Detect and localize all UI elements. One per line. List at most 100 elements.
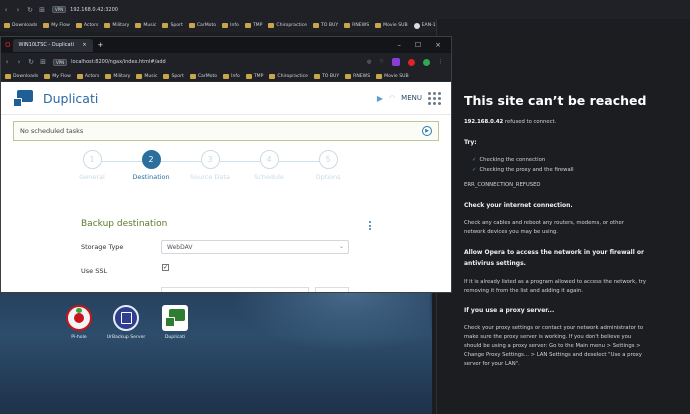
menu-dots-icon[interactable]: ⋮ xyxy=(438,59,443,65)
bookmark[interactable]: TO BUY xyxy=(313,73,339,79)
bookmark[interactable]: Downloads xyxy=(4,23,37,28)
bookmark[interactable]: My Flow xyxy=(44,73,71,79)
folder-icon xyxy=(43,23,50,28)
inner-bookmarks-bar: Downloads My Flow Actors Military Music … xyxy=(1,71,451,82)
barcode-icon xyxy=(413,22,420,29)
inner-url[interactable]: localhost:8200/ngax/index.html#/add xyxy=(71,59,166,65)
section-title: Backup destination xyxy=(81,219,168,229)
bookmark[interactable]: TMP xyxy=(245,73,263,79)
bookmark[interactable]: Military xyxy=(105,73,130,79)
bookmark[interactable]: Info xyxy=(223,73,240,79)
wizard-steps: 1 General 2 Destination 3 Source Data 4 Sche… xyxy=(1,147,451,193)
error-title: This site can’t be reached xyxy=(464,93,647,108)
folder-icon xyxy=(245,73,252,79)
check-icon: ✓ xyxy=(472,157,477,163)
vpn-badge[interactable]: VPN xyxy=(53,58,68,66)
bookmark[interactable]: CarMoto xyxy=(188,23,216,28)
bookmark[interactable]: RNEWS xyxy=(344,23,369,28)
bookmark[interactable]: Sport xyxy=(162,23,183,28)
bookmark[interactable]: Sport xyxy=(163,73,184,79)
tabs-grid-icon[interactable]: ⊞ xyxy=(36,6,48,14)
desktop: Pi-hole UrBackup Server Duplicati xyxy=(0,293,432,414)
close-tab-icon[interactable]: × xyxy=(82,42,86,48)
bookmark[interactable]: Music xyxy=(136,73,157,79)
bookmark-heart-icon[interactable]: ♡ xyxy=(380,59,384,65)
folder-icon xyxy=(75,23,82,28)
bookmark[interactable]: CarMoto xyxy=(189,73,217,79)
bookmark[interactable]: Movie SUB xyxy=(375,23,408,28)
bookmark[interactable]: My Flow xyxy=(43,23,70,28)
minimize-icon[interactable]: – xyxy=(397,41,401,49)
extension-icon[interactable] xyxy=(392,58,400,66)
close-window-icon[interactable]: × xyxy=(435,41,441,49)
vpn-badge[interactable]: VPN xyxy=(52,6,67,13)
status-icon[interactable] xyxy=(423,58,430,66)
try-label: Try: xyxy=(464,139,477,146)
firewall-text: removing it from the list and adding it … xyxy=(464,288,583,294)
folder-icon xyxy=(189,73,196,79)
step-destination[interactable]: 2 Destination xyxy=(121,150,181,181)
forward-icon[interactable]: › xyxy=(13,58,25,66)
use-ssl-label: Use SSL xyxy=(81,267,108,275)
suggestion-item[interactable]: ✓ Checking the proxy and the firewall xyxy=(472,166,574,175)
bookmark[interactable]: Military xyxy=(104,23,129,28)
folder-icon xyxy=(375,23,382,28)
reload-icon[interactable]: ↻ xyxy=(25,58,37,66)
use-ssl-checkbox[interactable]: ✓ xyxy=(162,264,169,271)
back-icon[interactable]: ‹ xyxy=(0,6,12,14)
refused-line: 192.168.0.42 refused to connect. xyxy=(464,119,557,125)
desktop-icon-duplicati[interactable]: Duplicati xyxy=(150,305,200,340)
folder-icon xyxy=(376,73,383,79)
folder-icon xyxy=(345,73,352,79)
app-title: Duplicati xyxy=(43,90,99,106)
new-tab-icon[interactable]: + xyxy=(98,41,104,49)
storage-type-select[interactable]: WebDAV ⌄ xyxy=(161,240,349,254)
internet-heading: Check your internet connection. xyxy=(464,202,573,209)
suggestion-item[interactable]: ✓ Checking the connection xyxy=(472,156,545,165)
bookmark[interactable]: Movie SUB xyxy=(376,73,409,79)
step-options[interactable]: 5 Options xyxy=(298,150,358,181)
bookmark[interactable]: Actors xyxy=(76,73,99,79)
bookmark[interactable]: Info xyxy=(222,23,239,28)
bookmark[interactable]: Chiropractice xyxy=(269,73,308,79)
desktop-icon-pihole[interactable]: Pi-hole xyxy=(54,305,104,340)
menu-label[interactable]: MENU xyxy=(401,94,422,102)
forward-icon[interactable]: › xyxy=(12,6,24,14)
step-schedule[interactable]: 4 Schedule xyxy=(239,150,299,181)
bookmark[interactable]: RNEWS xyxy=(345,73,370,79)
opera-logo-icon: O xyxy=(5,41,11,49)
bookmark[interactable]: Music xyxy=(135,23,156,28)
bookmark[interactable]: Actors xyxy=(75,23,98,28)
proxy-text: server for your LAN". xyxy=(464,361,520,367)
folder-icon xyxy=(188,23,195,28)
raspberry-icon xyxy=(66,305,92,331)
play-icon[interactable]: ▶ xyxy=(377,94,383,103)
folder-icon xyxy=(162,23,169,28)
outer-url[interactable]: 192.168.0.42:3200 xyxy=(70,7,118,13)
desktop-icon-urbackup[interactable]: UrBackup Server xyxy=(101,305,151,340)
check-icon: ✓ xyxy=(472,167,477,173)
next-field-input[interactable] xyxy=(161,287,309,292)
folder-icon xyxy=(222,23,229,28)
throttle-icon[interactable]: ◠ xyxy=(389,94,395,102)
tab-duplicati[interactable]: WIN10LTSC - Duplicati × xyxy=(12,38,93,52)
camera-icon[interactable]: ◎ xyxy=(367,59,371,65)
bookmark[interactable]: TO BUY xyxy=(312,23,338,28)
run-arrow-icon[interactable]: ▶ xyxy=(422,126,432,136)
reload-icon[interactable]: ↻ xyxy=(24,6,36,14)
back-icon[interactable]: ‹ xyxy=(1,58,13,66)
grid-menu-icon[interactable] xyxy=(428,91,441,105)
duplicati-icon xyxy=(162,305,188,331)
maximize-icon[interactable]: ☐ xyxy=(415,41,421,49)
chevron-down-icon: ⌄ xyxy=(338,243,344,250)
step-general[interactable]: 1 General xyxy=(62,150,122,181)
schedule-status-bar: No scheduled tasks ▶ xyxy=(13,121,439,141)
bookmark[interactable]: Downloads xyxy=(5,73,38,79)
adblock-icon[interactable] xyxy=(408,58,415,66)
bookmark[interactable]: Chiropractice xyxy=(268,23,307,28)
more-options-icon[interactable] xyxy=(369,221,371,230)
next-field-button[interactable] xyxy=(315,287,349,292)
step-source-data[interactable]: 3 Source Data xyxy=(180,150,240,181)
tabs-grid-icon[interactable]: ⊞ xyxy=(37,58,49,66)
bookmark[interactable]: TMP xyxy=(244,23,262,28)
